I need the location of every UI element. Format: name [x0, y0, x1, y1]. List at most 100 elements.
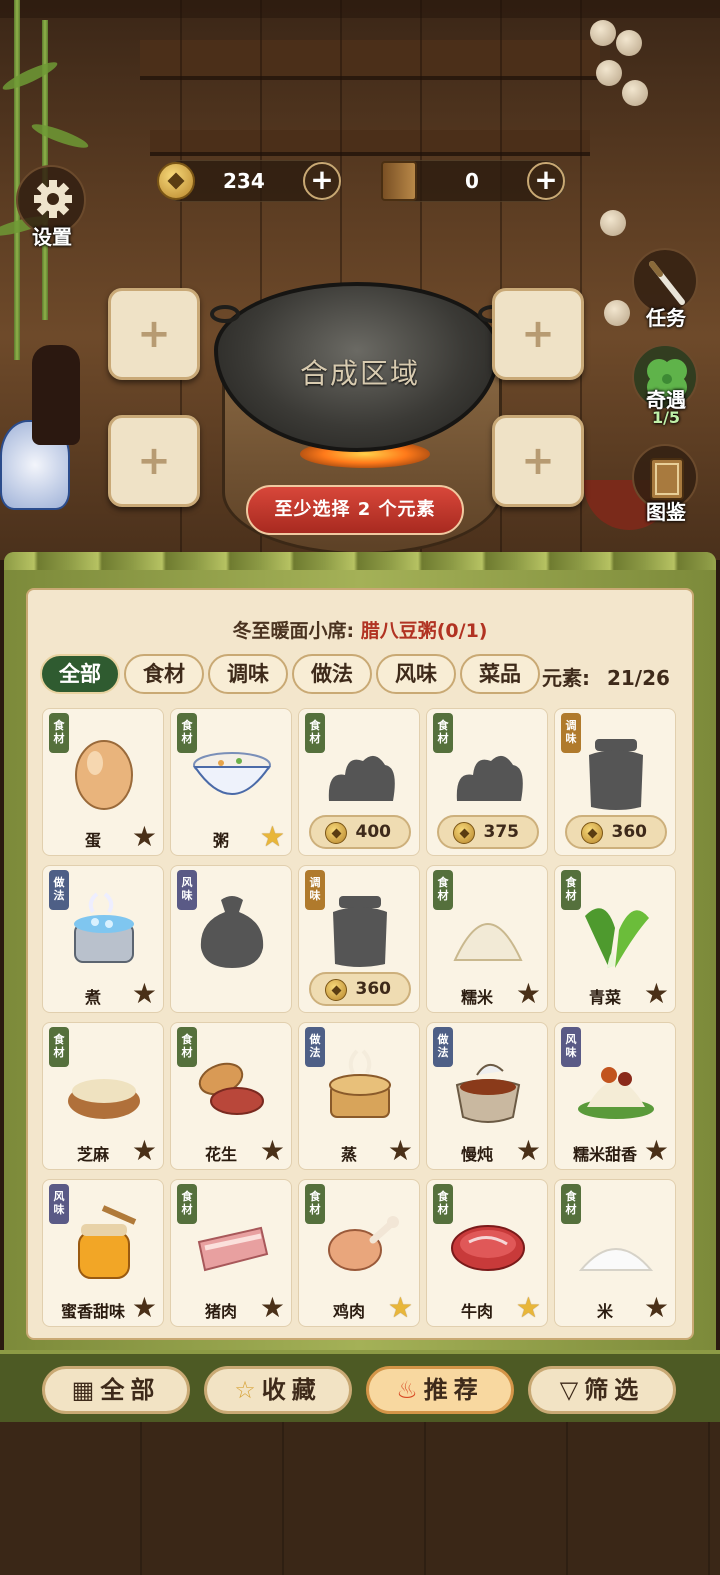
ingredient-slot-1[interactable]: +: [108, 288, 200, 380]
tab-0[interactable]: 全部: [40, 654, 120, 694]
favorite-star-icon[interactable]: ★: [388, 1137, 413, 1165]
unlock-price-button[interactable]: 400: [309, 815, 411, 849]
selection-hint: 至少选择 2 个元素: [246, 485, 464, 535]
coin-icon: [581, 822, 603, 844]
favorite-star-icon[interactable]: ★: [516, 1137, 541, 1165]
book-counter: 0 +: [381, 160, 566, 202]
favorite-star-icon[interactable]: ★: [132, 823, 157, 851]
tab-2[interactable]: 调味: [208, 654, 288, 694]
nav-button-1[interactable]: ☆ 收藏: [204, 1366, 352, 1414]
element-name: 煮: [84, 988, 101, 1007]
chicken-icon: [319, 1202, 401, 1284]
element-card[interactable]: 食材牛肉 ★: [426, 1179, 548, 1327]
element-card[interactable]: 食材青菜 ★: [554, 865, 676, 1013]
element-name: 牛肉: [460, 1302, 493, 1321]
favorite-star-icon[interactable]: ★: [516, 980, 541, 1008]
favorite-star-icon[interactable]: ★: [516, 1294, 541, 1322]
element-name: 糯米: [460, 988, 493, 1007]
element-card[interactable]: 食材粥 ★: [170, 708, 292, 856]
locked-bag-icon: [191, 888, 273, 970]
task-label: 任务: [646, 306, 686, 330]
favorite-star-icon[interactable]: ★: [644, 980, 669, 1008]
element-card[interactable]: 调味 360: [298, 865, 420, 1013]
locked-pile-icon: [319, 731, 401, 813]
element-card[interactable]: 做法蒸 ★: [298, 1022, 420, 1170]
category-tag: 风味: [561, 1027, 581, 1067]
unlock-price-button[interactable]: 360: [565, 815, 667, 849]
category-tag: 做法: [49, 870, 69, 910]
tab-1[interactable]: 食材: [124, 654, 204, 694]
category-tag: 食材: [49, 1027, 69, 1067]
element-card[interactable]: 食材糯米 ★: [426, 865, 548, 1013]
bottom-nav: ▦ 全部 ☆ 收藏 ♨ 推荐 ▽ 筛选: [0, 1350, 720, 1422]
favorite-star-icon[interactable]: ★: [260, 1294, 285, 1322]
ingredient-slot-3[interactable]: +: [492, 288, 584, 380]
favorite-star-icon[interactable]: ★: [260, 1137, 285, 1165]
nav-button-2[interactable]: ♨ 推荐: [366, 1366, 514, 1414]
element-card[interactable]: 食材 375: [426, 708, 548, 856]
element-name: 芝麻: [76, 1145, 109, 1164]
quest-objective: 冬至暖面小席: 腊八豆粥(0/1): [28, 616, 692, 643]
unlock-price-button[interactable]: 360: [309, 972, 411, 1006]
category-tag: 调味: [305, 870, 325, 910]
element-count: 元素: 21/26: [542, 662, 670, 691]
tab-4[interactable]: 风味: [376, 654, 456, 694]
element-card[interactable]: 做法煮 ★: [42, 865, 164, 1013]
category-tag: 食材: [49, 713, 69, 753]
element-name: 粥: [212, 831, 229, 850]
coin-icon: [453, 822, 475, 844]
element-card[interactable]: 食材猪肉 ★: [170, 1179, 292, 1327]
favorite-star-icon[interactable]: ★: [132, 1294, 157, 1322]
tab-5[interactable]: 菜品: [460, 654, 540, 694]
beef-icon: [447, 1202, 529, 1284]
nav-button-0[interactable]: ▦ 全部: [42, 1366, 190, 1414]
nav-label: 筛选: [584, 1376, 645, 1404]
locked-jar-icon: [319, 888, 401, 970]
element-card[interactable]: 做法慢炖 ★: [426, 1022, 548, 1170]
tab-3[interactable]: 做法: [292, 654, 372, 694]
category-tag: 调味: [561, 713, 581, 753]
category-tag: 食材: [177, 1184, 197, 1224]
craft-area-label: 合成区域: [299, 357, 420, 390]
category-tag: 食材: [561, 1184, 581, 1224]
coin-icon: [325, 822, 347, 844]
favorite-star-icon[interactable]: ★: [132, 980, 157, 1008]
element-card[interactable]: 食材花生 ★: [170, 1022, 292, 1170]
favorite-star-icon[interactable]: ★: [260, 823, 285, 851]
add-coins-button[interactable]: +: [303, 162, 341, 200]
element-name: 糯米甜香: [572, 1145, 637, 1164]
coin-counter: 234 +: [157, 160, 341, 202]
element-card[interactable]: 调味 360: [554, 708, 676, 856]
category-tag: 风味: [177, 870, 197, 910]
rice-pile-icon: [447, 888, 529, 970]
element-card[interactable]: 食材米 ★: [554, 1179, 676, 1327]
category-tag: 做法: [305, 1027, 325, 1067]
rice-grain-icon: [575, 1202, 657, 1284]
element-card[interactable]: 食材蛋 ★: [42, 708, 164, 856]
unlock-price-button[interactable]: 375: [437, 815, 539, 849]
favorite-star-icon[interactable]: ★: [644, 1137, 669, 1165]
element-card[interactable]: 风味蜜香甜味 ★: [42, 1179, 164, 1327]
fire-icon: ♨: [396, 1376, 418, 1404]
add-books-button[interactable]: +: [527, 162, 565, 200]
category-tag: 食材: [433, 1184, 453, 1224]
egg-icon: [63, 731, 145, 813]
locked-pile-icon: [447, 731, 529, 813]
nav-button-3[interactable]: ▽ 筛选: [528, 1366, 676, 1414]
coin-icon: [325, 979, 347, 1001]
element-card[interactable]: 风味: [170, 865, 292, 1013]
favorite-star-icon[interactable]: ★: [388, 1294, 413, 1322]
coin-icon: [157, 162, 195, 200]
settings-label: 设置: [32, 225, 72, 249]
element-card[interactable]: 风味糯米甜香 ★: [554, 1022, 676, 1170]
ingredient-slot-4[interactable]: +: [492, 415, 584, 507]
category-tag: 食材: [177, 1027, 197, 1067]
favorite-star-icon[interactable]: ★: [132, 1137, 157, 1165]
element-card[interactable]: 食材芝麻 ★: [42, 1022, 164, 1170]
element-card[interactable]: 食材 400: [298, 708, 420, 856]
element-card[interactable]: 食材鸡肉 ★: [298, 1179, 420, 1327]
ingredient-slot-2[interactable]: +: [108, 415, 200, 507]
favorite-star-icon[interactable]: ★: [644, 1294, 669, 1322]
honey-icon: [63, 1202, 145, 1284]
category-tag: 风味: [49, 1184, 69, 1224]
